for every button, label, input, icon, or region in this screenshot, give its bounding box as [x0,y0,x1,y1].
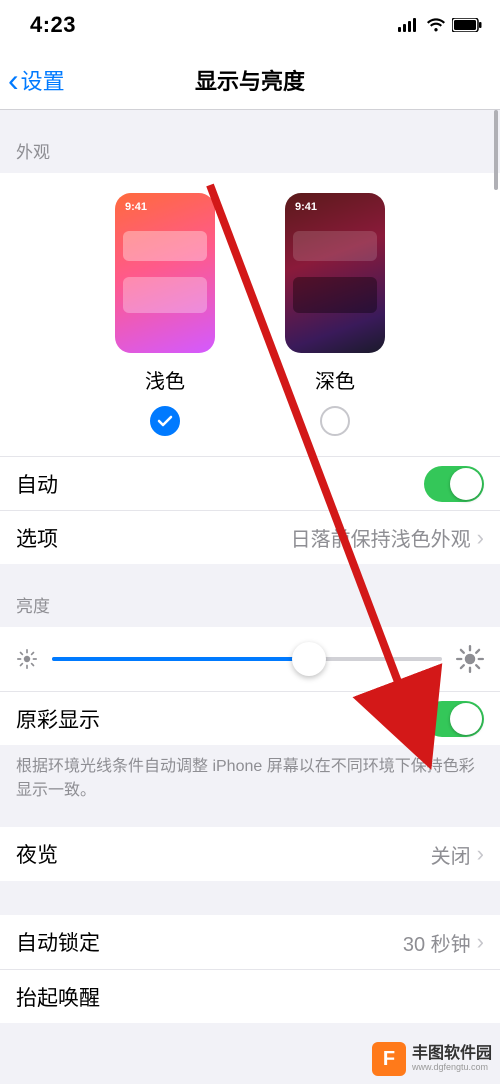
section-header-appearance: 外观 [0,110,500,173]
light-preview: 9:41 [115,193,215,353]
watermark-url: www.dgfengtu.com [412,1063,492,1073]
preview-clock: 9:41 [295,201,317,213]
dark-preview: 9:41 [285,193,385,353]
chevron-left-icon: ‹ [8,64,19,96]
scrollbar-thumb[interactable] [494,110,498,190]
auto-lock-value-text: 30 秒钟 [403,928,471,957]
options-value: 日落前保持浅色外观 › [291,523,484,552]
appearance-group: 9:41 浅色 9:41 深色 自动 选项 [0,173,500,564]
row-options[interactable]: 选项 日落前保持浅色外观 › [0,510,500,564]
status-time: 4:23 [30,12,76,38]
slider-fill [52,657,309,661]
night-shift-label: 夜览 [16,839,58,869]
back-label: 设置 [21,64,65,96]
dark-radio[interactable] [320,406,350,436]
chevron-right-icon: › [477,841,484,867]
brightness-group: 原彩显示 [0,627,500,745]
chevron-right-icon: › [477,525,484,551]
auto-label: 自动 [16,469,58,499]
nav-bar: ‹ 设置 显示与亮度 [0,50,500,110]
preview-clock: 9:41 [125,201,147,213]
row-night-shift[interactable]: 夜览 关闭 › [0,827,500,881]
page-title: 显示与亮度 [0,64,500,96]
row-true-tone: 原彩显示 [0,691,500,745]
light-radio[interactable] [150,406,180,436]
auto-toggle[interactable] [424,466,484,502]
status-bar: 4:23 [0,0,500,50]
signal-icon [398,18,420,32]
status-icons [398,18,482,32]
sun-large-icon [456,645,484,673]
true-tone-label: 原彩显示 [16,704,100,734]
true-tone-footer: 根据环境光线条件自动调整 iPhone 屏幕以在不同环境下保持色彩显示一致。 [0,745,500,827]
night-shift-group: 夜览 关闭 › [0,827,500,881]
auto-lock-label: 自动锁定 [16,927,100,957]
lock-group: 自动锁定 30 秒钟 › 抬起唤醒 [0,915,500,1023]
true-tone-toggle[interactable] [424,701,484,737]
wifi-icon [426,18,446,32]
watermark-name: 丰图软件园 [412,1045,492,1063]
row-auto: 自动 [0,456,500,510]
content-scroll[interactable]: 外观 9:41 浅色 9:41 深色 [0,110,500,1084]
raise-to-wake-label: 抬起唤醒 [16,982,100,1012]
auto-lock-value: 30 秒钟 › [403,928,484,957]
slider-thumb[interactable] [292,642,326,676]
appearance-option-dark[interactable]: 9:41 深色 [285,193,385,436]
section-header-brightness: 亮度 [0,564,500,627]
options-value-text: 日落前保持浅色外观 [291,523,471,552]
row-raise-to-wake: 抬起唤醒 [0,969,500,1023]
brightness-slider[interactable] [52,657,442,661]
night-shift-value: 关闭 › [431,840,484,869]
brightness-slider-row [0,627,500,691]
dark-label: 深色 [315,365,355,394]
appearance-option-light[interactable]: 9:41 浅色 [115,193,215,436]
light-label: 浅色 [145,365,185,394]
watermark: F 丰图软件园 www.dgfengtu.com [372,1042,492,1076]
night-shift-value-text: 关闭 [431,840,471,869]
back-button[interactable]: ‹ 设置 [0,64,65,96]
options-label: 选项 [16,523,58,553]
check-icon [157,413,173,429]
watermark-badge: F [372,1042,406,1076]
appearance-picker: 9:41 浅色 9:41 深色 [0,173,500,456]
battery-icon [452,18,482,32]
sun-small-icon [16,648,38,670]
chevron-right-icon: › [477,929,484,955]
row-auto-lock[interactable]: 自动锁定 30 秒钟 › [0,915,500,969]
